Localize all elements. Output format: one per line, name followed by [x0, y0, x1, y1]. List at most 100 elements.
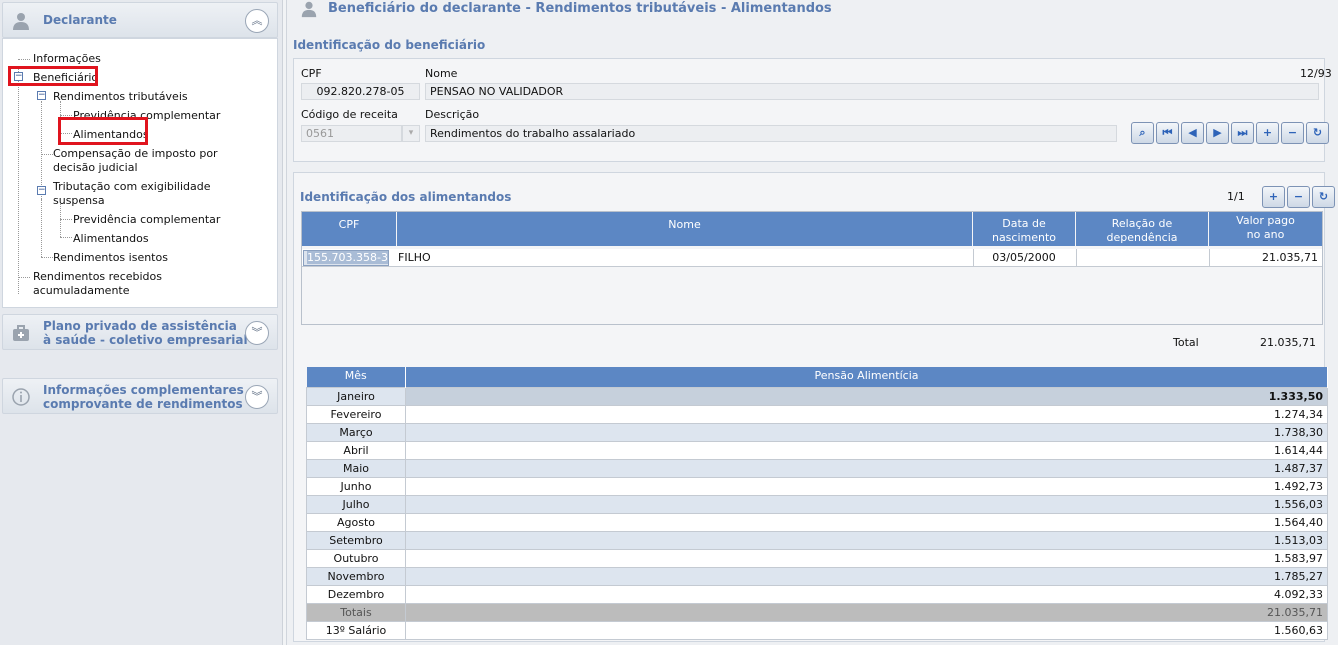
table-row[interactable]	[302, 249, 1322, 267]
col-header-relacao[interactable]: Relação de dependência	[1076, 212, 1208, 246]
navigation-tree: Informações − Beneficiário − Rendimentos…	[2, 38, 278, 308]
sidebar: Declarante ︽ Informações − Beneficiário …	[0, 0, 283, 645]
refresh-icon[interactable]: ↻	[1312, 186, 1335, 208]
col-header-mes[interactable]: Mês	[306, 367, 406, 387]
section-title-beneficiario: Identificação do beneficiário	[293, 38, 486, 52]
add-alimentando-icon[interactable]: +	[1262, 186, 1285, 208]
nome-field[interactable]: PENSAO NO VALIDADOR	[425, 83, 1319, 100]
pensao-value-cell[interactable]: 1.738,30	[405, 422, 1328, 442]
section-title-alimentandos: Identificação dos alimentandos	[300, 190, 512, 204]
remove-alimentando-icon[interactable]: −	[1287, 186, 1310, 208]
pensao-value-cell[interactable]: 1.564,40	[405, 512, 1328, 532]
table-row[interactable]: Julho 1.556,03	[306, 494, 1328, 514]
tree-item-rendimentos-acumulados-line1[interactable]: Rendimentos recebidos	[33, 270, 162, 283]
tree-item-rendimentos-isentos[interactable]: Rendimentos isentos	[53, 251, 168, 264]
panel-declarante-title: Declarante	[43, 13, 117, 27]
month-cell: Dezembro	[306, 584, 406, 604]
panel-plano-title-line2: à saúde - coletivo empresarial	[43, 333, 248, 347]
refresh-icon[interactable]: ↻	[1306, 122, 1329, 144]
decimo-label: 13º Salário	[306, 620, 406, 640]
pensao-value-cell[interactable]: 1.583,97	[405, 548, 1328, 568]
panel-declarante[interactable]: Declarante ︽	[2, 2, 278, 38]
panel-informacoes-complementares[interactable]: Informações complementares - comprovante…	[2, 378, 278, 414]
data-nascimento-cell[interactable]: 03/05/2000	[973, 251, 1075, 264]
table-row[interactable]: 13º Salário 1.560,63	[306, 620, 1328, 640]
table-row[interactable]: Maio 1.487,37	[306, 458, 1328, 478]
tree-item-compensacao-line1[interactable]: Compensação de imposto por	[53, 147, 218, 160]
expand-chevron-down-icon[interactable]: ︾	[245, 385, 269, 409]
month-cell: Outubro	[306, 548, 406, 568]
title-bar: Beneficiário do declarante - Rendimentos…	[287, 0, 1338, 22]
col-header-valor[interactable]: Valor pago no ano	[1209, 212, 1322, 246]
col-header-pensao[interactable]: Pensão Alimentícia	[405, 367, 1328, 387]
panel-plano-privado[interactable]: Plano privado de assistência à saúde - c…	[2, 314, 278, 350]
cpf-label: CPF	[301, 67, 322, 80]
table-row[interactable]: Novembro 1.785,27	[306, 566, 1328, 586]
record-counter: 12/93	[1300, 67, 1332, 80]
table-row[interactable]: Março 1.738,30	[306, 422, 1328, 442]
collapse-minus-icon[interactable]: −	[37, 186, 46, 195]
pensao-value-cell[interactable]: 1.614,44	[405, 440, 1328, 460]
descricao-label: Descrição	[425, 108, 480, 121]
remove-record-icon[interactable]: −	[1281, 122, 1304, 144]
cpf-cell-input[interactable]: 155.703.358-35	[303, 250, 389, 266]
table-row[interactable]: Agosto 1.564,40	[306, 512, 1328, 532]
total-value: 21.035,71	[1260, 336, 1316, 349]
decimo-value[interactable]: 1.560,63	[405, 620, 1328, 640]
col-header-data-nascimento[interactable]: Data de nascimento	[973, 212, 1075, 246]
table-row[interactable]: Junho 1.492,73	[306, 476, 1328, 496]
table-row[interactable]: Outubro 1.583,97	[306, 548, 1328, 568]
tree-item-tributacao-line1[interactable]: Tributação com exigibilidade	[53, 180, 211, 193]
pensao-value-cell[interactable]: 1.492,73	[405, 476, 1328, 496]
tree-item-alimentandos-2[interactable]: Alimentandos	[73, 232, 149, 245]
table-row[interactable]: Setembro 1.513,03	[306, 530, 1328, 550]
table-row[interactable]: Fevereiro 1.274,34	[306, 404, 1328, 424]
col-header-relacao-line1: Relação de	[1111, 217, 1173, 230]
tree-item-rendimentos-tributaveis[interactable]: Rendimentos tributáveis	[53, 90, 188, 103]
pensao-value-cell[interactable]: 1.333,50	[405, 386, 1328, 406]
pensao-value-cell[interactable]: 1.274,34	[405, 404, 1328, 424]
pensao-value-cell[interactable]: 4.092,33	[405, 584, 1328, 604]
month-cell: Julho	[306, 494, 406, 514]
search-records-icon[interactable]: ⌕	[1131, 122, 1154, 144]
tree-item-informacoes[interactable]: Informações	[33, 52, 101, 65]
collapse-minus-icon[interactable]: −	[37, 91, 46, 100]
col-header-cpf[interactable]: CPF	[302, 212, 396, 246]
highlight-box-beneficiario	[8, 66, 98, 86]
tree-item-rendimentos-acumulados-line2[interactable]: acumuladamente	[33, 284, 130, 297]
tree-item-previdencia-complementar-2[interactable]: Previdência complementar	[73, 213, 220, 226]
table-row[interactable]: Abril 1.614,44	[306, 440, 1328, 460]
last-record-icon[interactable]: ⏭	[1231, 122, 1254, 144]
pensao-value-cell[interactable]: 1.487,37	[405, 458, 1328, 478]
pensao-value-cell[interactable]: 1.785,27	[405, 566, 1328, 586]
month-cell: Maio	[306, 458, 406, 478]
beneficiario-panel: CPF Nome 12/93 092.820.278-05 PENSAO NO …	[293, 58, 1332, 162]
codigo-receita-label: Código de receita	[301, 108, 398, 121]
cpf-field[interactable]: 092.820.278-05	[301, 83, 420, 100]
pensao-value-cell[interactable]: 1.556,03	[405, 494, 1328, 514]
expand-chevron-down-icon[interactable]: ︾	[245, 321, 269, 345]
panel-plano-title-line1: Plano privado de assistência	[43, 319, 237, 333]
next-record-icon[interactable]: ▶	[1206, 122, 1229, 144]
nome-cell[interactable]: FILHO	[398, 251, 431, 264]
month-cell: Janeiro	[306, 386, 406, 406]
col-header-relacao-line2: dependência	[1106, 231, 1178, 244]
pensao-value-cell[interactable]: 1.513,03	[405, 530, 1328, 550]
table-row[interactable]: Dezembro 4.092,33	[306, 584, 1328, 604]
add-record-icon[interactable]: +	[1256, 122, 1279, 144]
panel-info-title-line2: comprovante de rendimentos	[43, 397, 243, 411]
previous-record-icon[interactable]: ◀	[1181, 122, 1204, 144]
table-row[interactable]: Janeiro 1.333,50	[306, 386, 1328, 406]
totais-value: 21.035,71	[405, 602, 1328, 622]
collapse-chevron-up-icon[interactable]: ︽	[245, 9, 269, 33]
panel-info-title-line1: Informações complementares -	[43, 383, 253, 397]
col-header-valor-line1: Valor pago	[1236, 214, 1295, 227]
valor-cell[interactable]: 21.035,71	[1209, 251, 1318, 264]
col-header-nome[interactable]: Nome	[397, 212, 972, 246]
descricao-field[interactable]: Rendimentos do trabalho assalariado	[425, 125, 1117, 142]
chevron-down-icon[interactable]: ▾	[402, 125, 420, 142]
codigo-receita-select[interactable]: 0561	[301, 125, 402, 142]
tree-item-compensacao-line2[interactable]: decisão judicial	[53, 161, 138, 174]
first-record-icon[interactable]: ⏮	[1156, 122, 1179, 144]
month-cell: Setembro	[306, 530, 406, 550]
